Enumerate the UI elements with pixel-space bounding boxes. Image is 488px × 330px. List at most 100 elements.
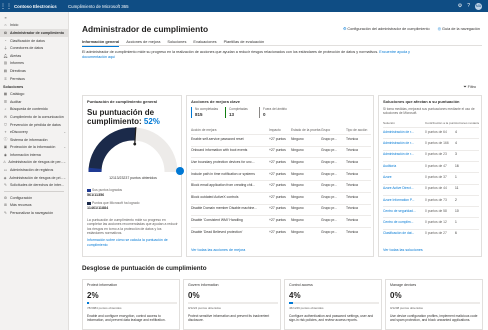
table-row[interactable]: Disable 'Dead Believed protection' +27 pu… xyxy=(191,226,371,236)
config-link[interactable]: ⚙Configuración del administrador de cump… xyxy=(343,26,430,31)
table-row[interactable]: Azure Information P... 0 puntos de 73 2 xyxy=(383,194,479,204)
table-row[interactable]: Include path in time notification or sys… xyxy=(191,168,371,178)
breakdown-card[interactable]: Control access 4% 46/1249 puntos obtenidos… xyxy=(284,279,382,330)
col-contribution[interactable]: Contribución a la puntuación xyxy=(425,121,455,125)
table-row[interactable]: Auditoría 0 puntos de 47 16 xyxy=(383,160,479,170)
table-row[interactable]: Block outdated ActiveX controls +27 punto… xyxy=(191,192,371,201)
person-icon: ◉ xyxy=(3,152,8,157)
legend-your-points: Sus puntos logrados 561/11356 xyxy=(87,188,122,197)
app-launcher-icon[interactable]: ⋮⋮ xyxy=(0,0,12,12)
breakdown-card[interactable]: Govern information 0% 0/1224 puntos obteni… xyxy=(183,279,281,330)
help-icon[interactable]: ? xyxy=(467,3,470,9)
sidebar-item-info[interactable]: ⓘ Sistema de información xyxy=(0,136,68,144)
col-remaining[interactable]: Acciones restantes xyxy=(455,121,479,125)
table-row[interactable]: Use boundary protection devices for unc.… xyxy=(191,157,371,166)
sidebar-item-audit[interactable]: ☰ Auditar xyxy=(0,98,68,106)
table-row[interactable]: Block email application from creating ch… xyxy=(191,180,371,189)
table-row[interactable]: Onboard information with boot events +27 … xyxy=(191,145,371,155)
sidebar-item-resources[interactable]: ⊞ Más recursos xyxy=(0,202,68,210)
filter-button[interactable]: ⏷ Filtro xyxy=(463,85,476,89)
sidebar-item-request[interactable]: ✎ Solicitudes de derechos de inter... xyxy=(0,181,68,189)
sidebar-item-pie[interactable]: ◔ Clasificación de datos xyxy=(0,37,68,45)
sidebar-item-shield[interactable]: ⛉ Prevención de pérdida de datos xyxy=(0,121,68,129)
col-impact[interactable]: Impacto xyxy=(269,128,291,132)
collapse-nav-button[interactable]: ≡ xyxy=(0,14,68,22)
table-row[interactable]: Administración de r... 0 puntos de 64 4 xyxy=(383,127,479,136)
scroll-indicator-dot[interactable] xyxy=(176,167,184,175)
sidebar-item-catalog[interactable]: ▦ Catálogo xyxy=(0,90,68,98)
top-bar-icons: ⚙ ? MA xyxy=(458,0,482,12)
sidebar-item-plug[interactable]: ⏚ Conectores de datos xyxy=(0,44,68,52)
sidebar-item-records[interactable]: ▭ Administración de registros xyxy=(0,166,68,174)
legend-label: Sus puntos logrados xyxy=(92,188,123,192)
breakdown-heading: Manage devices xyxy=(390,283,417,287)
table-row[interactable]: Centro de cumplim... 0 puntos de 12 1 xyxy=(383,217,479,226)
sidebar-item-bell[interactable]: 🔔︎ Alertas xyxy=(0,52,68,60)
table-cell: Técnica xyxy=(346,183,358,188)
table-row[interactable]: Administración de r... 0 puntos de 23 3 xyxy=(383,149,479,159)
sidebar-item-risk[interactable]: ⚠ Administración de riesgos de per... ⌄ xyxy=(0,159,68,167)
col-group[interactable]: Grupo xyxy=(321,128,346,132)
chevron-down-icon: ⌄ xyxy=(63,130,66,135)
breakdown-heading: Control access xyxy=(289,283,313,287)
app-name[interactable]: Cumplimiento de Microsoft 365 xyxy=(68,4,129,9)
sidebar-item-edit[interactable]: ✎ Personalizar la navegación xyxy=(0,209,68,217)
table-row[interactable]: Clasificación de dat... 0 puntos de 27 6 xyxy=(383,228,479,238)
catalog-icon: ▦ xyxy=(3,92,8,97)
table-row[interactable]: Centro de seguridad... 0 puntos de 58 10 xyxy=(383,206,479,215)
table-row[interactable]: Disable Domain member Disable machine...… xyxy=(191,203,371,213)
guide-link[interactable]: ◎Guía de la navegación xyxy=(438,26,480,31)
sidebar-item-label: Directivas xyxy=(10,68,26,73)
breakdown-card[interactable]: Manage devices 0% 0/1208 puntos obtenidos U… xyxy=(385,279,483,330)
stat-0[interactable]: No completadas 815 xyxy=(191,107,218,118)
sidebar-item-label: Inicio xyxy=(10,23,19,28)
table-row[interactable]: Disable 'Consistent WMI' Handling +27 pun… xyxy=(191,215,371,224)
sidebar-item-search[interactable]: ⌕ Búsqueda de contenido xyxy=(0,106,68,114)
col-solution[interactable]: Solución xyxy=(383,121,425,125)
sidebar-item-policy[interactable]: ▤ Directivas xyxy=(0,67,68,75)
breakdown-percent: 0% xyxy=(188,291,200,300)
col-action-type[interactable]: Tipo de acción xyxy=(346,128,371,132)
sidebar-item-chart[interactable]: ▥ Informes xyxy=(0,60,68,68)
sidebar-item-lock[interactable]: ▣ Protección de la información ⌄ xyxy=(0,144,68,152)
table-cell: 1 xyxy=(455,174,457,179)
risk-icon: ⚠ xyxy=(3,160,7,165)
sidebar-item-person[interactable]: ◉ Información interna xyxy=(0,151,68,159)
breakdown-points: 78/3984 puntos obtenidos xyxy=(87,306,122,310)
view-all-solutions-link[interactable]: Ver todas las soluciones xyxy=(383,248,423,252)
table-cell: Ninguno xyxy=(291,217,304,222)
sidebar-item-discovery[interactable]: ⌖ eDiscovery ⌄ xyxy=(0,128,68,136)
privacy-icon: ◈ xyxy=(3,175,7,180)
view-all-actions-link[interactable]: Ver todas las acciones de mejora xyxy=(191,248,245,252)
legend-value: 561/11356 xyxy=(87,193,105,197)
table-row[interactable]: Azure 0 puntos de 37 1 xyxy=(383,172,479,181)
col-action[interactable]: Acción de mejora xyxy=(191,128,269,132)
avatar[interactable]: MA xyxy=(475,2,482,10)
col-test-status[interactable]: Estado de la prueba xyxy=(291,128,321,132)
table-cell: Administración de r... xyxy=(383,129,414,134)
sidebar-item-privacy[interactable]: ◈ Administración de riesgos de pri... ⌄ xyxy=(0,174,68,182)
stat-2[interactable]: Fuera del ámbito 0 xyxy=(259,107,287,118)
table-row[interactable]: Enable self-service password reset +27 pu… xyxy=(191,134,371,143)
sidebar-item-scale[interactable]: ⚖ Administrador de cumplimiento xyxy=(0,29,68,37)
sidebar-item-key[interactable]: ⚿ Permisos xyxy=(0,75,68,83)
table-cell: 10 xyxy=(455,208,459,213)
sidebar-item-home[interactable]: ⌂ Inicio xyxy=(0,22,68,30)
table-cell: +27 puntos xyxy=(269,217,286,222)
table-row[interactable]: Administración de r... 0 puntos de 166 4 xyxy=(383,138,479,147)
settings-icon[interactable]: ⚙ xyxy=(458,3,462,9)
improvement-actions-card: Acciones de mejora clave Acción de mejor… xyxy=(186,95,374,257)
audit-icon: ☰ xyxy=(3,99,8,104)
sidebar-item-chat[interactable]: ✉ Cumplimiento de la comunicación xyxy=(0,113,68,121)
table-cell: Ninguno xyxy=(291,148,304,153)
stat-1[interactable]: Completadas 13 xyxy=(225,107,248,118)
breakdown-text: Enable and configure encryption, control… xyxy=(87,314,166,323)
sidebar-item-label: Clasificación de datos xyxy=(10,38,45,43)
table-row[interactable]: Azure Active Direct... 0 puntos de 44 11 xyxy=(383,183,479,193)
breakdown-card[interactable]: Protect information 2% 78/3984 puntos obte… xyxy=(82,279,180,330)
sidebar-item-gear[interactable]: ⚙ Configuración xyxy=(0,194,68,202)
score-calc-link[interactable]: Información sobre cómo se calcula la pun… xyxy=(87,238,179,247)
table-cell: Técnica xyxy=(346,171,358,176)
table-cell: Técnica xyxy=(346,159,358,164)
table-cell: Grupo pr... xyxy=(321,148,338,153)
